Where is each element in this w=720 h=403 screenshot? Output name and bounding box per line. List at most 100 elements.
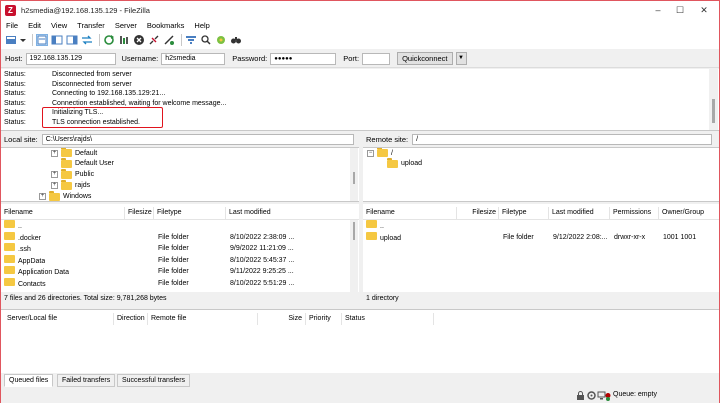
quickconnect-button[interactable]: Quickconnect <box>397 52 453 65</box>
disconnect-icon[interactable] <box>148 34 160 46</box>
column-header-server-local-file[interactable]: Server/Local file <box>4 313 114 325</box>
column-header-last-modified[interactable]: Last modified <box>549 207 610 219</box>
column-header-filesize[interactable]: Filesize <box>457 207 499 219</box>
table-row[interactable]: .. <box>4 220 22 232</box>
menu-edit[interactable]: Edit <box>23 21 46 30</box>
local-site-bar: Local site: C:\Users\rajds\ <box>1 133 359 146</box>
toolbar-separator <box>32 34 33 46</box>
quickconnect-dropdown-button[interactable]: ▼ <box>455 52 467 65</box>
column-header-owner-group[interactable]: Owner/Group <box>659 207 719 219</box>
table-row[interactable]: Application Data <box>4 266 69 278</box>
expand-icon[interactable]: + <box>51 171 58 178</box>
menu-view[interactable]: View <box>46 21 72 30</box>
site-manager-icon[interactable] <box>5 34 17 46</box>
folder-icon <box>377 148 388 157</box>
column-header-remote-file[interactable]: Remote file <box>148 313 258 325</box>
tab-successful-transfers[interactable]: Successful transfers <box>117 374 191 387</box>
search-icon[interactable] <box>200 34 212 46</box>
menu-file[interactable]: File <box>1 21 23 30</box>
table-row[interactable]: AppData <box>4 254 45 267</box>
folder-icon <box>4 243 15 251</box>
remote-status-text: 1 directory <box>363 293 719 305</box>
toggle-remote-tree-icon[interactable] <box>66 34 78 46</box>
remote-site-path-input[interactable]: / <box>412 134 713 145</box>
lock-icon <box>577 391 584 400</box>
maximize-button[interactable]: ☐ <box>667 1 693 19</box>
reconnect-icon[interactable] <box>163 34 175 46</box>
filter-icon[interactable] <box>185 34 197 46</box>
host-input[interactable]: 192.168.135.129 <box>25 52 116 65</box>
filetype-cell: File folder <box>158 268 189 275</box>
find-files-icon[interactable] <box>230 34 242 46</box>
column-header-direction[interactable]: Direction <box>114 313 148 325</box>
filetype-cell: File folder <box>158 279 189 287</box>
dropdown-arrow-icon[interactable] <box>20 34 26 46</box>
expand-icon[interactable]: + <box>51 149 58 157</box>
table-row[interactable]: Contacts <box>4 277 46 290</box>
folder-icon <box>61 148 72 157</box>
menu-bookmarks[interactable]: Bookmarks <box>142 21 190 30</box>
log-scrollbar[interactable] <box>709 69 718 130</box>
log-scrollbar-thumb[interactable] <box>712 99 715 123</box>
column-header-priority[interactable]: Priority <box>306 313 342 325</box>
expand-icon[interactable]: + <box>51 182 58 189</box>
refresh-icon[interactable] <box>103 34 115 46</box>
local-tree-scrollbar[interactable] <box>350 148 358 201</box>
password-input[interactable]: ●●●●● <box>270 52 337 65</box>
close-button[interactable]: ✕ <box>691 1 717 19</box>
folder-icon <box>4 254 15 263</box>
table-row[interactable]: .ssh <box>4 243 31 255</box>
local-list-scrollbar[interactable] <box>350 220 358 292</box>
expand-icon[interactable]: + <box>39 193 46 200</box>
toolbar-separator <box>181 34 182 46</box>
column-header-size[interactable]: Size <box>258 313 306 325</box>
column-header-status[interactable]: Status <box>342 313 434 325</box>
tree-item[interactable]: − / <box>367 148 393 158</box>
port-input[interactable] <box>362 52 391 65</box>
process-queue-icon[interactable] <box>118 34 130 46</box>
quickconnect-bar: Host: 192.168.135.129 Username: h2smedia… <box>1 50 719 68</box>
highlight-box <box>42 107 163 128</box>
table-row[interactable]: .docker <box>4 231 41 244</box>
tree-item[interactable]: + rajds <box>51 179 90 191</box>
remote-site-label: Remote site: <box>366 135 409 144</box>
column-header-filetype[interactable]: Filetype <box>499 207 549 219</box>
menu-transfer[interactable]: Transfer <box>72 21 110 30</box>
local-list-scrollbar-thumb[interactable] <box>353 222 355 240</box>
local-site-label: Local site: <box>4 135 38 144</box>
compare-icon[interactable] <box>215 34 227 46</box>
toggle-queue-icon[interactable] <box>81 34 93 46</box>
tab-failed-transfers[interactable]: Failed transfers <box>57 374 116 387</box>
table-row[interactable]: upload <box>366 231 401 244</box>
cancel-icon[interactable] <box>133 34 145 46</box>
tree-item[interactable]: + Public <box>51 168 94 180</box>
username-input[interactable]: h2smedia <box>161 52 226 65</box>
local-site-path-input[interactable]: C:\Users\rajds\ <box>41 134 354 145</box>
status-bar: Queue: empty <box>1 388 719 403</box>
collapse-icon[interactable]: − <box>367 149 374 157</box>
local-tree-scrollbar-thumb[interactable] <box>353 172 355 184</box>
modified-cell: 8/10/2022 5:45:37 ... <box>230 256 295 264</box>
remote-directory-tree: − / upload <box>363 147 719 202</box>
column-header-filename[interactable]: Filename <box>363 207 457 219</box>
column-header-filesize[interactable]: Filesize <box>125 207 154 219</box>
toggle-log-icon[interactable] <box>36 34 48 46</box>
tree-item[interactable]: upload <box>387 157 422 169</box>
tree-item[interactable]: + Windows <box>39 190 91 202</box>
column-header-filename[interactable]: Filename <box>1 207 125 219</box>
folder-icon <box>4 277 15 286</box>
local-directory-tree: + Default Default User + Public + rajds + Wi… <box>1 147 359 202</box>
menu-help[interactable]: Help <box>189 21 214 30</box>
table-row[interactable]: .. <box>366 220 384 232</box>
menu-server[interactable]: Server <box>110 21 142 30</box>
filetype-cell: File folder <box>158 233 189 241</box>
tree-item[interactable]: Default User <box>61 157 114 169</box>
column-header-last-modified[interactable]: Last modified <box>226 207 350 219</box>
tab-queued-files[interactable]: Queued files <box>4 374 54 387</box>
column-header-filetype[interactable]: Filetype <box>154 207 226 219</box>
tree-item[interactable]: + Default <box>51 148 97 158</box>
toggle-local-tree-icon[interactable] <box>51 34 63 46</box>
column-header-permissions[interactable]: Permissions <box>610 207 659 219</box>
gear-icon <box>587 391 596 400</box>
log-line: Status: Connecting to 192.168.135.129:21.… <box>4 90 166 97</box>
